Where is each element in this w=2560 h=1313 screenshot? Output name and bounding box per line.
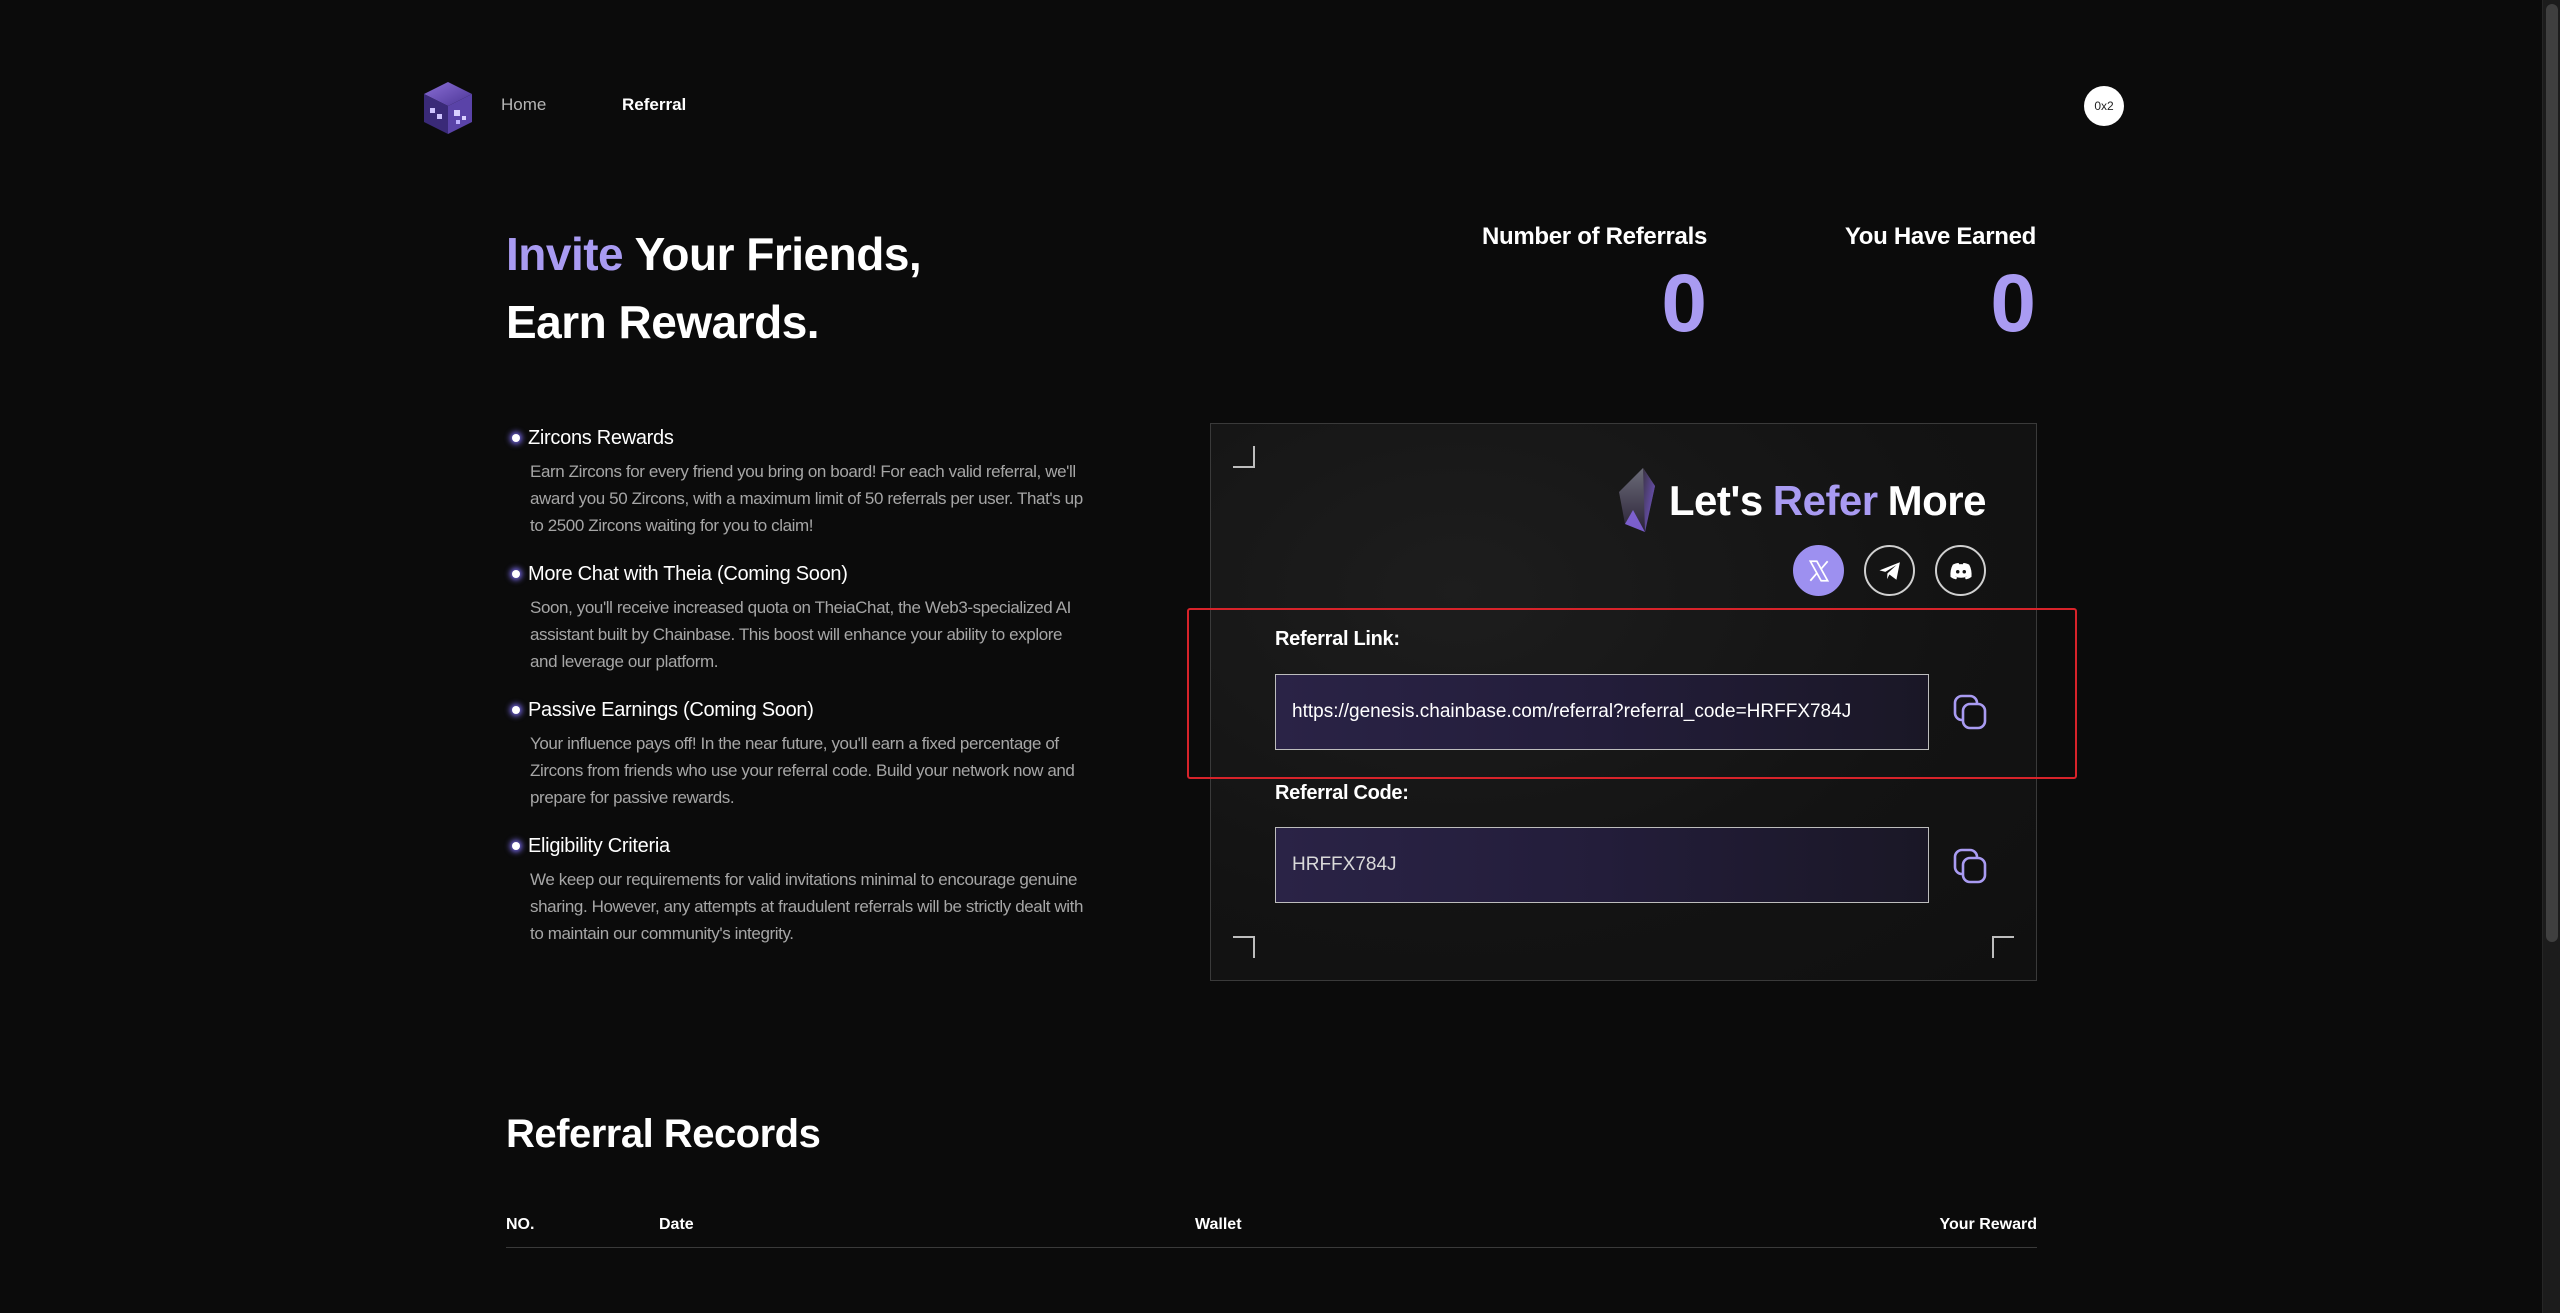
feature-item: More Chat with Theia (Coming Soon) Soon,… [512, 561, 1092, 675]
headline-accent: Invite [506, 228, 624, 280]
scrollbar-thumb[interactable] [2546, 4, 2558, 942]
card-title-accent: Refer [1772, 477, 1878, 524]
account-avatar[interactable]: 0x2 [2084, 86, 2124, 126]
records-title: Referral Records [506, 1112, 821, 1156]
copy-link-button[interactable] [1946, 688, 1994, 736]
column-header-date[interactable]: Date [659, 1216, 694, 1234]
crystal-icon [1618, 468, 1655, 532]
bullet-icon [512, 434, 520, 442]
stat-referrals-value: 0 [1661, 258, 1707, 349]
referral-code-input[interactable] [1292, 854, 1928, 876]
feature-title: Passive Earnings (Coming Soon) [528, 699, 814, 721]
logo-cube-icon[interactable] [418, 78, 478, 138]
card-title-post: More [1887, 477, 1987, 524]
share-telegram-button[interactable] [1864, 545, 1915, 596]
card-title: Let's Refer More [1615, 466, 1987, 536]
feature-desc: Soon, you'll receive increased quota on … [530, 598, 1071, 671]
copy-icon [1953, 848, 1987, 884]
corner-decoration [1233, 936, 1255, 958]
column-header-wallet[interactable]: Wallet [1195, 1216, 1242, 1234]
feature-desc: Your influence pays off! In the near fut… [530, 734, 1075, 807]
column-header-reward[interactable]: Your Reward [1940, 1216, 2038, 1234]
page-scrollbar[interactable] [2542, 0, 2560, 1313]
bullet-icon [512, 842, 520, 850]
referral-link-input[interactable] [1292, 701, 1928, 723]
nav-home-link[interactable]: Home [501, 95, 546, 115]
referral-link-field[interactable] [1275, 674, 1929, 750]
feature-item: Passive Earnings (Coming Soon) Your infl… [512, 697, 1092, 811]
share-discord-button[interactable] [1935, 545, 1986, 596]
copy-icon [1953, 694, 1987, 730]
share-x-button[interactable] [1793, 545, 1844, 596]
referral-link-label: Referral Link: [1275, 628, 1400, 650]
referral-page: Home Referral 0x2 Invite Your Friends, E… [0, 0, 2560, 1313]
feature-item: Eligibility Criteria We keep our require… [512, 833, 1092, 947]
page-headline: Invite Your Friends, Earn Rewards. [506, 220, 922, 356]
stat-earned-label: You Have Earned [1844, 223, 2036, 250]
headline-line1: Your Friends, [623, 228, 922, 280]
card-title-pre: Let's [1668, 477, 1763, 524]
column-header-no[interactable]: NO. [506, 1216, 534, 1234]
feature-item: Zircons Rewards Earn Zircons for every f… [512, 425, 1092, 539]
feature-list: Zircons Rewards Earn Zircons for every f… [512, 425, 1092, 969]
feature-title: More Chat with Theia (Coming Soon) [528, 563, 848, 585]
feature-title: Zircons Rewards [528, 427, 674, 449]
social-share-buttons [1793, 545, 1986, 596]
corner-decoration [1992, 936, 2014, 958]
feature-desc: Earn Zircons for every friend you bring … [530, 462, 1083, 535]
copy-code-button[interactable] [1946, 842, 1994, 890]
corner-decoration [1233, 446, 1255, 468]
nav-referral-link[interactable]: Referral [622, 95, 686, 115]
records-table-header: NO. Date Wallet Your Reward [506, 1214, 2037, 1248]
referral-code-label: Referral Code: [1275, 782, 1409, 804]
feature-desc: We keep our requirements for valid invit… [530, 870, 1084, 943]
stat-earned: You Have Earned 0 [1845, 223, 2036, 349]
telegram-icon [1879, 561, 1900, 580]
stat-referrals-label: Number of Referrals [1481, 223, 1707, 250]
discord-icon [1949, 562, 1972, 579]
stat-earned-value: 0 [1990, 258, 2036, 349]
bullet-icon [512, 570, 520, 578]
x-icon [1808, 559, 1829, 582]
headline-line2: Earn Rewards. [506, 296, 820, 348]
feature-title: Eligibility Criteria [528, 835, 670, 857]
stat-referrals: Number of Referrals 0 [1482, 223, 1707, 349]
refer-card: Let's Refer More Referral Link: https://… [1210, 423, 2037, 981]
referral-code-field[interactable] [1275, 827, 1929, 903]
bullet-icon [512, 706, 520, 714]
